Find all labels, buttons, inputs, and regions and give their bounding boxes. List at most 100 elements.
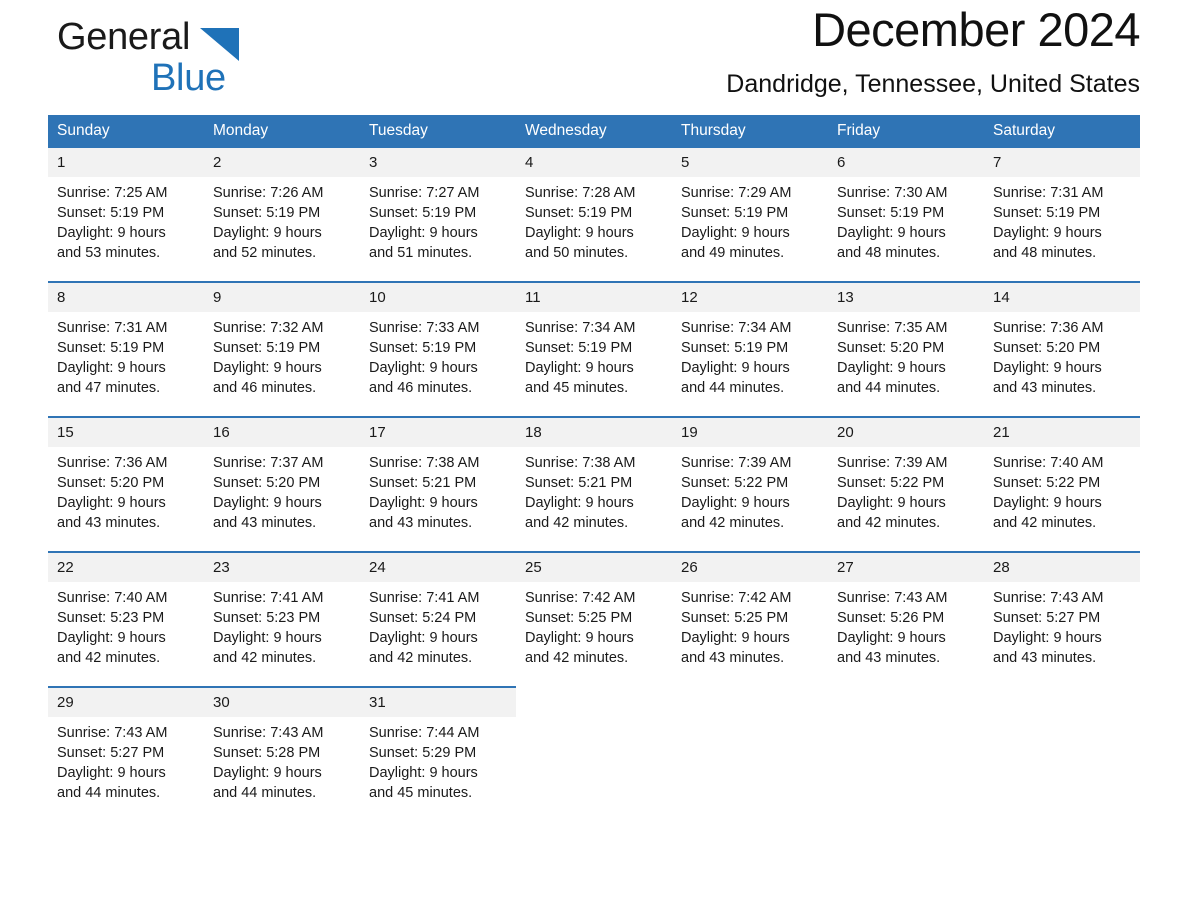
title-block: December 2024 Dandridge, Tennessee, Unit… [726, 0, 1140, 101]
day-details: Sunrise: 7:31 AM Sunset: 5:19 PM Daylight:… [48, 312, 204, 398]
daylight-duration: Daylight: 9 hours and 44 minutes. [57, 765, 166, 801]
day-number: 10 [360, 283, 516, 312]
weekday-header-saturday: Saturday [984, 115, 1140, 147]
day-number: 19 [672, 418, 828, 447]
sunrise-time: Sunrise: 7:33 AM [369, 320, 480, 336]
day-number [516, 688, 672, 717]
day-number: 1 [48, 148, 204, 177]
calendar-day-cell[interactable]: 28 Sunrise: 7:43 AM Sunset: 5:27 PM Dayligh… [984, 551, 1140, 687]
day-number [672, 688, 828, 717]
sunrise-time: Sunrise: 7:36 AM [993, 320, 1104, 336]
day-number: 29 [48, 688, 204, 717]
daylight-duration: Daylight: 9 hours and 44 minutes. [681, 360, 790, 396]
sunset-time: Sunset: 5:19 PM [525, 340, 633, 356]
calendar-day-cell[interactable]: 26 Sunrise: 7:42 AM Sunset: 5:25 PM Dayligh… [672, 551, 828, 687]
calendar-day-cell[interactable]: 1 Sunrise: 7:25 AM Sunset: 5:19 PM Daylight… [48, 146, 204, 282]
day-details: Sunrise: 7:44 AM Sunset: 5:29 PM Daylight:… [360, 717, 516, 803]
calendar-page: General Blue December 2024 Dandridge, Te… [0, 0, 1188, 918]
day-number: 9 [204, 283, 360, 312]
day-details: Sunrise: 7:34 AM Sunset: 5:19 PM Daylight:… [516, 312, 672, 398]
calendar-day-cell[interactable]: 4 Sunrise: 7:28 AM Sunset: 5:19 PM Daylight… [516, 146, 672, 282]
daylight-duration: Daylight: 9 hours and 51 minutes. [369, 225, 478, 261]
calendar-day-cell[interactable]: 22 Sunrise: 7:40 AM Sunset: 5:23 PM Dayligh… [48, 551, 204, 687]
general-blue-logo[interactable]: General Blue [48, 15, 348, 101]
calendar-day-cell[interactable]: 21 Sunrise: 7:40 AM Sunset: 5:22 PM Dayligh… [984, 416, 1140, 552]
day-number: 6 [828, 148, 984, 177]
calendar-day-cell[interactable]: 24 Sunrise: 7:41 AM Sunset: 5:24 PM Dayligh… [360, 551, 516, 687]
daylight-duration: Daylight: 9 hours and 50 minutes. [525, 225, 634, 261]
calendar-day-cell[interactable]: 15 Sunrise: 7:36 AM Sunset: 5:20 PM Dayligh… [48, 416, 204, 552]
calendar-day-cell[interactable]: 11 Sunrise: 7:34 AM Sunset: 5:19 PM Dayligh… [516, 281, 672, 417]
sunset-time: Sunset: 5:20 PM [837, 340, 945, 356]
sunrise-sunset-calendar-table: Sunday Monday Tuesday Wednesday Thursday… [48, 115, 1140, 822]
calendar-week-row: 1 Sunrise: 7:25 AM Sunset: 5:19 PM Daylight… [48, 146, 1140, 282]
day-details: Sunrise: 7:43 AM Sunset: 5:26 PM Daylight:… [828, 582, 984, 668]
day-number: 13 [828, 283, 984, 312]
logo-text-blue: Blue [151, 57, 226, 99]
calendar-day-cell[interactable]: 14 Sunrise: 7:36 AM Sunset: 5:20 PM Dayligh… [984, 281, 1140, 417]
weekday-header-wednesday: Wednesday [516, 115, 672, 147]
calendar-day-cell[interactable]: 25 Sunrise: 7:42 AM Sunset: 5:25 PM Dayligh… [516, 551, 672, 687]
day-details: Sunrise: 7:39 AM Sunset: 5:22 PM Daylight:… [672, 447, 828, 533]
day-details: Sunrise: 7:30 AM Sunset: 5:19 PM Daylight:… [828, 177, 984, 263]
sunrise-time: Sunrise: 7:43 AM [993, 590, 1104, 606]
sunset-time: Sunset: 5:20 PM [57, 475, 165, 491]
calendar-day-cell[interactable]: 30 Sunrise: 7:43 AM Sunset: 5:28 PM Dayligh… [204, 686, 360, 822]
sunrise-time: Sunrise: 7:39 AM [681, 455, 792, 471]
calendar-day-cell[interactable]: 9 Sunrise: 7:32 AM Sunset: 5:19 PM Daylight… [204, 281, 360, 417]
calendar-day-cell[interactable]: 31 Sunrise: 7:44 AM Sunset: 5:29 PM Dayligh… [360, 686, 516, 822]
sunrise-time: Sunrise: 7:35 AM [837, 320, 948, 336]
day-details: Sunrise: 7:35 AM Sunset: 5:20 PM Daylight:… [828, 312, 984, 398]
calendar-day-cell-empty [672, 686, 828, 822]
sunset-time: Sunset: 5:25 PM [525, 610, 633, 626]
daylight-duration: Daylight: 9 hours and 43 minutes. [369, 495, 478, 531]
weekday-header-row: Sunday Monday Tuesday Wednesday Thursday… [48, 115, 1140, 147]
sunrise-time: Sunrise: 7:29 AM [681, 185, 792, 201]
calendar-day-cell[interactable]: 20 Sunrise: 7:39 AM Sunset: 5:22 PM Dayligh… [828, 416, 984, 552]
sunset-time: Sunset: 5:22 PM [993, 475, 1101, 491]
calendar-day-cell[interactable]: 29 Sunrise: 7:43 AM Sunset: 5:27 PM Dayligh… [48, 686, 204, 822]
sunrise-time: Sunrise: 7:25 AM [57, 185, 168, 201]
calendar-head: Sunday Monday Tuesday Wednesday Thursday… [48, 115, 1140, 147]
day-number: 8 [48, 283, 204, 312]
sunset-time: Sunset: 5:19 PM [57, 340, 165, 356]
calendar-day-cell[interactable]: 23 Sunrise: 7:41 AM Sunset: 5:23 PM Dayligh… [204, 551, 360, 687]
sunrise-time: Sunrise: 7:43 AM [837, 590, 948, 606]
calendar-day-cell[interactable]: 10 Sunrise: 7:33 AM Sunset: 5:19 PM Dayligh… [360, 281, 516, 417]
daylight-duration: Daylight: 9 hours and 45 minutes. [369, 765, 478, 801]
day-number: 3 [360, 148, 516, 177]
calendar-day-cell[interactable]: 8 Sunrise: 7:31 AM Sunset: 5:19 PM Daylight… [48, 281, 204, 417]
sunset-time: Sunset: 5:19 PM [525, 205, 633, 221]
calendar-day-cell[interactable]: 17 Sunrise: 7:38 AM Sunset: 5:21 PM Dayligh… [360, 416, 516, 552]
calendar-day-cell[interactable]: 2 Sunrise: 7:26 AM Sunset: 5:19 PM Daylight… [204, 146, 360, 282]
calendar-day-cell[interactable]: 6 Sunrise: 7:30 AM Sunset: 5:19 PM Daylight… [828, 146, 984, 282]
sunrise-time: Sunrise: 7:40 AM [993, 455, 1104, 471]
calendar-day-cell[interactable]: 12 Sunrise: 7:34 AM Sunset: 5:19 PM Dayligh… [672, 281, 828, 417]
daylight-duration: Daylight: 9 hours and 43 minutes. [993, 360, 1102, 396]
weekday-header-monday: Monday [204, 115, 360, 147]
day-details: Sunrise: 7:36 AM Sunset: 5:20 PM Daylight:… [48, 447, 204, 533]
weekday-header-friday: Friday [828, 115, 984, 147]
sunset-time: Sunset: 5:19 PM [369, 205, 477, 221]
calendar-day-cell-empty [984, 686, 1140, 822]
day-number: 15 [48, 418, 204, 447]
sunset-time: Sunset: 5:20 PM [993, 340, 1101, 356]
calendar-day-cell[interactable]: 19 Sunrise: 7:39 AM Sunset: 5:22 PM Dayligh… [672, 416, 828, 552]
day-details: Sunrise: 7:43 AM Sunset: 5:27 PM Daylight:… [984, 582, 1140, 668]
daylight-duration: Daylight: 9 hours and 44 minutes. [213, 765, 322, 801]
logo-text-general: General [57, 16, 191, 58]
calendar-day-cell[interactable]: 16 Sunrise: 7:37 AM Sunset: 5:20 PM Dayligh… [204, 416, 360, 552]
calendar-day-cell[interactable]: 7 Sunrise: 7:31 AM Sunset: 5:19 PM Daylight… [984, 146, 1140, 282]
day-details: Sunrise: 7:41 AM Sunset: 5:23 PM Daylight:… [204, 582, 360, 668]
calendar-day-cell[interactable]: 13 Sunrise: 7:35 AM Sunset: 5:20 PM Dayligh… [828, 281, 984, 417]
day-details: Sunrise: 7:43 AM Sunset: 5:28 PM Daylight:… [204, 717, 360, 803]
sunset-time: Sunset: 5:25 PM [681, 610, 789, 626]
sunrise-time: Sunrise: 7:39 AM [837, 455, 948, 471]
sunset-time: Sunset: 5:24 PM [369, 610, 477, 626]
calendar-day-cell[interactable]: 5 Sunrise: 7:29 AM Sunset: 5:19 PM Daylight… [672, 146, 828, 282]
calendar-day-cell[interactable]: 3 Sunrise: 7:27 AM Sunset: 5:19 PM Daylight… [360, 146, 516, 282]
day-details: Sunrise: 7:33 AM Sunset: 5:19 PM Daylight:… [360, 312, 516, 398]
calendar-day-cell[interactable]: 27 Sunrise: 7:43 AM Sunset: 5:26 PM Dayligh… [828, 551, 984, 687]
calendar-day-cell[interactable]: 18 Sunrise: 7:38 AM Sunset: 5:21 PM Dayligh… [516, 416, 672, 552]
location-subtitle: Dandridge, Tennessee, United States [726, 70, 1140, 98]
